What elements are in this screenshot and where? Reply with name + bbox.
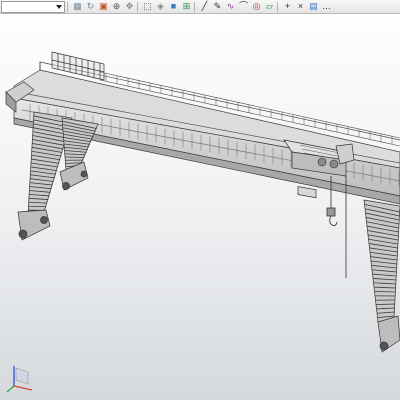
toolbar-separator xyxy=(67,2,68,12)
sketch-icon[interactable]: ✎ xyxy=(212,1,223,12)
curve-icon[interactable]: ∿ xyxy=(225,1,236,12)
toolbar-separator xyxy=(277,2,278,12)
view-toolbar: ▦↻▣⊕✥ ⬚◈■⊞ ╱✎∿⌒◎▱ +×▤… xyxy=(0,0,400,14)
display-mode-icon[interactable]: ▦ xyxy=(72,1,83,12)
shaded-cube-icon[interactable]: ■ xyxy=(168,1,179,12)
target-icon[interactable]: ◎ xyxy=(251,1,262,12)
gantry-crane-model xyxy=(0,14,400,400)
grid-icon[interactable]: ⊞ xyxy=(181,1,192,12)
toolbar-tools: ▦↻▣⊕✥ ⬚◈■⊞ ╱✎∿⌒◎▱ +×▤… xyxy=(70,1,332,12)
zoom-icon[interactable]: ⊕ xyxy=(111,1,122,12)
view-select[interactable] xyxy=(1,1,65,13)
crosshair-icon[interactable]: + xyxy=(282,1,293,12)
more-icon[interactable]: … xyxy=(321,1,332,12)
toolbar-separator xyxy=(137,2,138,12)
cube-view-icon[interactable]: ◈ xyxy=(155,1,166,12)
arc-icon[interactable]: ⌒ xyxy=(238,1,249,12)
chevron-down-icon[interactable] xyxy=(54,2,64,12)
coordinate-triad-icon xyxy=(4,360,38,394)
toolbar-separator xyxy=(194,2,195,12)
leg-foot-right xyxy=(378,316,400,352)
leg-truss xyxy=(62,118,98,170)
leg-truss xyxy=(364,200,400,322)
cross-icon[interactable]: × xyxy=(295,1,306,12)
selection-box-icon[interactable]: ⬚ xyxy=(142,1,153,12)
pan-icon[interactable]: ✥ xyxy=(124,1,135,12)
3d-viewport[interactable] xyxy=(0,14,400,400)
leg-foot-left-front xyxy=(18,210,50,240)
leg-foot-left-back xyxy=(60,162,88,190)
line-icon[interactable]: ╱ xyxy=(199,1,210,12)
document-icon[interactable]: ▤ xyxy=(308,1,319,12)
view-orientation-icon[interactable]: ▣ xyxy=(98,1,109,12)
rotate-icon[interactable]: ↻ xyxy=(85,1,96,12)
plane-icon[interactable]: ▱ xyxy=(264,1,275,12)
